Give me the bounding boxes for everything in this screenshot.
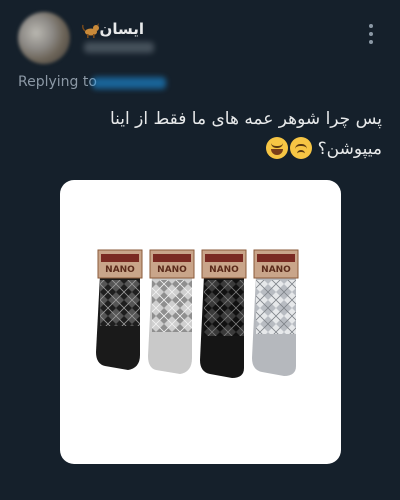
- replying-to-handle[interactable]: [92, 77, 166, 89]
- sock-2: NANO: [148, 249, 195, 374]
- socks-photo: NANO NANO NANO NANO: [96, 249, 299, 378]
- sock-3: NANO: [200, 249, 247, 378]
- more-vertical-icon[interactable]: [368, 24, 374, 44]
- user-handle[interactable]: [84, 42, 154, 53]
- svg-text:NANO: NANO: [105, 265, 135, 275]
- display-name[interactable]: ایسان: [100, 20, 144, 38]
- svg-text:NANO: NANO: [209, 265, 239, 275]
- sock-4: NANO: [252, 249, 299, 376]
- tweet-text-body: پس چرا شوهر عمه های ما فقط از اینا میپوش…: [110, 109, 382, 159]
- tweet-text: پس چرا شوهر عمه های ما فقط از اینا میپوش…: [52, 104, 382, 164]
- svg-text:NANO: NANO: [157, 265, 187, 275]
- sock-1: NANO: [96, 249, 143, 370]
- tweet-media-image[interactable]: NANO NANO NANO NANO: [60, 180, 341, 464]
- weary-face-emoji-icon: [290, 137, 313, 159]
- grinning-sweat-emoji-icon: [266, 137, 289, 159]
- replying-to-label: Replying to: [18, 74, 97, 90]
- dog-emoji-icon: [82, 23, 99, 38]
- svg-text:NANO: NANO: [261, 265, 291, 275]
- avatar[interactable]: [18, 12, 70, 64]
